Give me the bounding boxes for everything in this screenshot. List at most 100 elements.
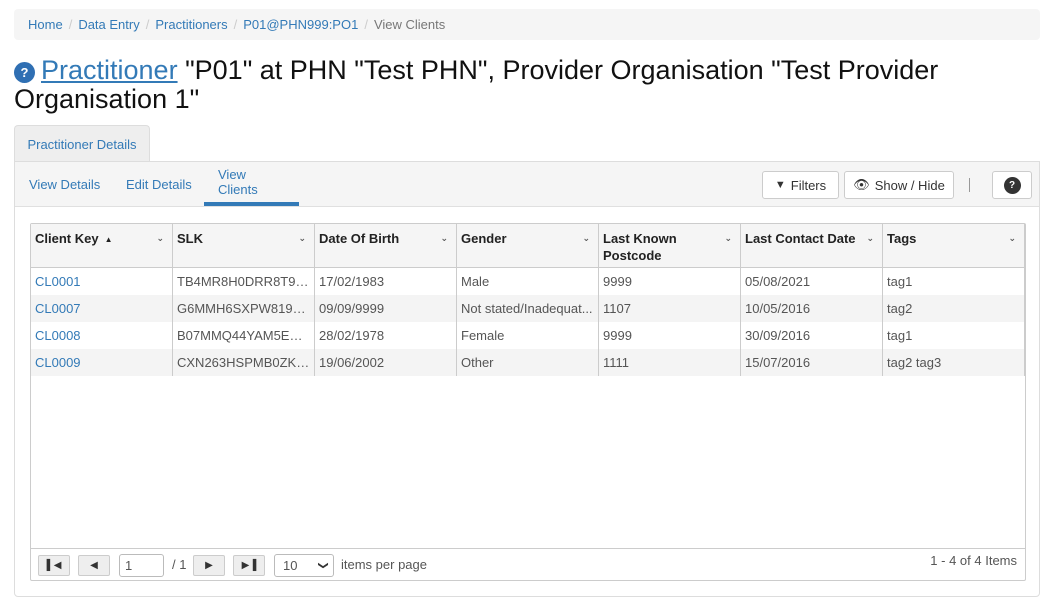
postcode-cell: 1111 — [599, 349, 741, 376]
column-menu-icon[interactable]: ⌄ — [440, 230, 448, 247]
breadcrumb-separator: / — [145, 17, 150, 32]
breadcrumb-separator: / — [364, 17, 368, 32]
slk-cell: CXN263HSPMB0ZK6T... — [173, 349, 315, 376]
column-menu-icon[interactable]: ⌄ — [156, 230, 164, 247]
breadcrumb-practitioner[interactable]: P01@PHN999:PO1 — [243, 17, 358, 32]
tags-cell: tag2 tag3 — [883, 349, 1025, 376]
last-contact-cell: 10/05/2016 — [741, 295, 883, 322]
next-page-icon: ▶ — [205, 560, 213, 571]
last-page-button[interactable]: ▶▐ — [233, 555, 265, 576]
practitioner-link[interactable]: Practitioner — [41, 55, 178, 85]
total-pages: / 1 — [172, 557, 187, 572]
column-menu-icon[interactable]: ⌄ — [298, 230, 306, 247]
page-size-select[interactable]: 10 ❯ — [274, 554, 334, 577]
table-row[interactable]: CL0009 CXN263HSPMB0ZK6T... 19/06/2002 Ot… — [31, 349, 1025, 376]
show-hide-label: Show / Hide — [874, 177, 945, 193]
dob-cell: 19/06/2002 — [315, 349, 457, 376]
sort-ascending-icon: ▲ — [104, 235, 113, 244]
eye-icon: 👁 — [853, 177, 870, 192]
content-panel: View Details Edit Details View Clients ▼… — [14, 161, 1040, 597]
slk-cell: TB4MR8H0DRR8T9Q... — [173, 268, 315, 295]
column-label: Date Of Birth — [319, 231, 400, 246]
table-row[interactable]: CL0001 TB4MR8H0DRR8T9Q... 17/02/1983 Mal… — [31, 268, 1025, 295]
tags-cell: tag1 — [883, 322, 1025, 349]
column-header-slk[interactable]: SLK ⌄ — [173, 224, 315, 267]
column-header-gender[interactable]: Gender ⌄ — [457, 224, 599, 267]
column-header-client-key[interactable]: Client Key ▲ ⌄ — [31, 224, 173, 267]
column-label: Tags — [887, 231, 917, 246]
gender-cell: Other — [457, 349, 599, 376]
table-row[interactable]: CL0008 B07MMQ44YAM5EQ... 28/02/1978 Fema… — [31, 322, 1025, 349]
tab-view-details[interactable]: View Details — [15, 162, 114, 207]
client-key-link[interactable]: CL0007 — [35, 301, 81, 316]
page-size-value: 10 — [283, 558, 298, 573]
column-header-tags[interactable]: Tags ⌄ — [883, 224, 1025, 267]
help-icon[interactable]: ? — [14, 62, 35, 83]
page-number-input[interactable]: 1 — [119, 554, 164, 577]
question-icon: ? — [1003, 176, 1021, 194]
postcode-cell: 9999 — [599, 322, 741, 349]
table-row[interactable]: CL0007 G6MMH6SXPW819SJ... 09/09/9999 Not… — [31, 295, 1025, 322]
gender-cell: Female — [457, 322, 599, 349]
column-header-date-of-birth[interactable]: Date Of Birth ⌄ — [315, 224, 457, 267]
sub-navigation: View Details Edit Details View Clients ▼… — [15, 162, 1039, 207]
breadcrumb: Home / Data Entry / Practitioners / P01@… — [14, 9, 1040, 40]
filter-icon: ▼ — [774, 179, 786, 191]
items-summary: 1 - 4 of 4 Items — [930, 553, 1017, 568]
first-page-button[interactable]: ▌◀ — [38, 555, 70, 576]
client-key-link[interactable]: CL0001 — [35, 274, 81, 289]
column-label: Client Key — [35, 231, 99, 246]
column-menu-icon[interactable]: ⌄ — [1008, 230, 1016, 247]
last-contact-cell: 15/07/2016 — [741, 349, 883, 376]
client-key-link[interactable]: CL0008 — [35, 328, 81, 343]
last-contact-cell: 30/09/2016 — [741, 322, 883, 349]
previous-page-icon: ◀ — [90, 560, 98, 571]
dob-cell: 17/02/1983 — [315, 268, 457, 295]
postcode-cell: 9999 — [599, 268, 741, 295]
last-contact-cell: 05/08/2021 — [741, 268, 883, 295]
breadcrumb-home[interactable]: Home — [28, 17, 63, 32]
toolbar-divider — [969, 178, 970, 192]
next-page-button[interactable]: ▶ — [193, 555, 225, 576]
tab-practitioner-details[interactable]: Practitioner Details — [14, 125, 150, 162]
column-label: SLK — [177, 231, 203, 246]
gender-cell: Male — [457, 268, 599, 295]
breadcrumb-current: View Clients — [373, 17, 446, 32]
breadcrumb-separator: / — [233, 17, 238, 32]
column-header-last-contact-date[interactable]: Last Contact Date ⌄ — [741, 224, 883, 267]
filters-button[interactable]: ▼ Filters — [762, 171, 839, 199]
slk-cell: G6MMH6SXPW819SJ... — [173, 295, 315, 322]
column-label: Last Known Postcode — [603, 231, 677, 263]
client-key-link[interactable]: CL0009 — [35, 355, 81, 370]
first-page-icon: ▌◀ — [46, 560, 62, 571]
gender-cell: Not stated/Inadequat... — [457, 295, 599, 322]
tags-cell: tag1 — [883, 268, 1025, 295]
chevron-down-icon: ❯ — [317, 561, 329, 570]
column-menu-icon[interactable]: ⌄ — [866, 230, 874, 247]
filters-label: Filters — [790, 177, 827, 193]
postcode-cell: 1107 — [599, 295, 741, 322]
clients-grid: Client Key ▲ ⌄ SLK ⌄ Date Of Birth ⌄ Gender ⌄… — [30, 223, 1026, 581]
page-title: ? Practitioner "P01" at PHN "Test PHN", P… — [14, 56, 1044, 114]
column-label: Last Contact Date — [745, 231, 856, 246]
column-menu-icon[interactable]: ⌄ — [582, 230, 590, 247]
help-button[interactable]: ? — [992, 171, 1032, 199]
last-page-icon: ▶▐ — [241, 560, 257, 571]
dob-cell: 09/09/9999 — [315, 295, 457, 322]
tags-cell: tag2 — [883, 295, 1025, 322]
grid-header: Client Key ▲ ⌄ SLK ⌄ Date Of Birth ⌄ Gender ⌄… — [31, 224, 1025, 268]
dob-cell: 28/02/1978 — [315, 322, 457, 349]
pager: ▌◀ ◀ 1 / 1 ▶ ▶▐ 10 ❯ items per page 1 - 4… — [31, 548, 1025, 580]
show-hide-button[interactable]: 👁 Show / Hide — [844, 171, 954, 199]
items-per-page-label: items per page — [341, 557, 427, 572]
column-header-last-known-postcode[interactable]: Last Known Postcode ⌄ — [599, 224, 741, 267]
tab-view-clients[interactable]: View Clients — [204, 162, 299, 206]
column-label: Gender — [461, 231, 507, 246]
column-menu-icon[interactable]: ⌄ — [724, 230, 732, 247]
tab-edit-details[interactable]: Edit Details — [112, 162, 206, 207]
slk-cell: B07MMQ44YAM5EQ... — [173, 322, 315, 349]
breadcrumb-data-entry[interactable]: Data Entry — [78, 17, 139, 32]
previous-page-button[interactable]: ◀ — [78, 555, 110, 576]
breadcrumb-practitioners[interactable]: Practitioners — [155, 17, 227, 32]
breadcrumb-separator: / — [68, 17, 73, 32]
